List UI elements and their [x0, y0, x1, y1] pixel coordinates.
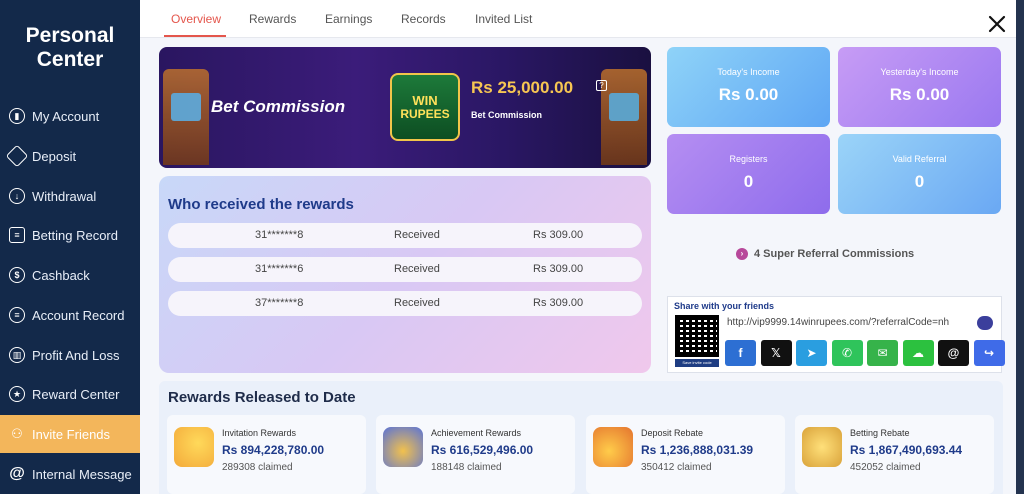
bet-commission-banner: Bet Commission WIN RUPEES Rs 25,000.00 B…: [159, 47, 651, 168]
qr-code[interactable]: Save invite code: [675, 315, 719, 367]
tab-active-underline: [164, 35, 226, 37]
referral-link-field[interactable]: http://vip9999.14winrupees.com/?referral…: [727, 317, 997, 331]
qr-code-icon: [675, 315, 719, 357]
share-title: Share with your friends: [674, 301, 775, 311]
tab-rewards[interactable]: Rewards: [249, 12, 296, 26]
threads-icon[interactable]: @: [938, 340, 969, 366]
list-item: 31*******6 Received Rs 309.00: [168, 257, 642, 282]
rewards-released-title: Rewards Released to Date: [168, 389, 356, 406]
sidebar-item-withdrawal[interactable]: ↓ Withdrawal: [0, 177, 140, 215]
main-panel: Overview Rewards Earnings Records Invite…: [140, 0, 1016, 494]
list-item: 37*******8 Received Rs 309.00: [168, 291, 642, 316]
tab-earnings[interactable]: Earnings: [325, 12, 372, 26]
sidebar: Personal Center ▮ My Account Deposit ↓ W…: [0, 0, 140, 494]
sidebar-item-profit-and-loss[interactable]: ▥ Profit And Loss: [0, 336, 140, 374]
who-received-title: Who received the rewards: [168, 196, 354, 213]
tab-records[interactable]: Records: [401, 12, 446, 26]
todays-income-card: Today's Income Rs 0.00: [667, 47, 830, 127]
sidebar-item-invite-friends[interactable]: ⚇ Invite Friends: [0, 415, 140, 453]
help-icon[interactable]: ?: [596, 80, 607, 91]
account-icon: ▮: [9, 108, 25, 124]
invitation-rewards-card: Invitation Rewards Rs 894,228,780.00 289…: [167, 415, 366, 494]
profit-loss-icon: ▥: [9, 347, 25, 363]
invitation-reward-icon: [174, 427, 214, 467]
close-icon[interactable]: [986, 13, 1008, 35]
slot-machine-left-icon: [163, 69, 209, 165]
share-panel: Share with your friends Save invite code…: [667, 296, 1005, 373]
yesterdays-income-card: Yesterday's Income Rs 0.00: [838, 47, 1001, 127]
list-item: 31*******8 Received Rs 309.00: [168, 223, 642, 248]
deposit-icon: [5, 144, 29, 168]
qr-caption: Save invite code: [675, 359, 719, 367]
copy-link-icon[interactable]: [977, 316, 993, 330]
withdrawal-icon: ↓: [9, 188, 25, 204]
betting-record-icon: ≡: [9, 227, 25, 243]
valid-referral-card: Valid Referral 0: [838, 134, 1001, 214]
deposit-rebate-icon: [593, 427, 633, 467]
achievement-rewards-card: Achievement Rewards Rs 616,529,496.00 18…: [376, 415, 575, 494]
who-received-panel: Who received the rewards 31*******8 Rece…: [159, 176, 651, 373]
tab-overview[interactable]: Overview: [171, 12, 221, 26]
sms-icon[interactable]: ✉: [867, 340, 898, 366]
sidebar-item-betting-record[interactable]: ≡ Betting Record: [0, 216, 140, 254]
reward-center-icon: ★: [9, 386, 25, 402]
x-icon[interactable]: 𝕏: [760, 340, 792, 366]
banner-title: Bet Commission: [211, 97, 346, 116]
bet-commission-label: Bet Commission: [471, 110, 543, 120]
whatsapp-icon[interactable]: ✆: [831, 340, 863, 366]
achievement-medal-icon: [383, 427, 423, 467]
sidebar-item-my-account[interactable]: ▮ My Account: [0, 97, 140, 135]
sidebar-item-deposit[interactable]: Deposit: [0, 137, 140, 175]
win-rupees-logo: WIN RUPEES: [390, 73, 460, 141]
chevron-right-icon: ›: [736, 248, 748, 260]
account-record-icon: ≡: [9, 307, 25, 323]
background-strip: [1016, 0, 1024, 494]
cashback-icon: $: [9, 267, 25, 283]
super-referral-link[interactable]: › 4 Super Referral Commissions: [736, 248, 914, 260]
registers-card: Registers 0: [667, 134, 830, 214]
tab-invited-list[interactable]: Invited List: [475, 12, 532, 26]
line-icon[interactable]: ☁: [902, 340, 934, 366]
sidebar-item-cashback[interactable]: $ Cashback: [0, 256, 140, 294]
betting-rebate-icon: [802, 427, 842, 467]
deposit-rebate-card: Deposit Rebate Rs 1,236,888,031.39 35041…: [586, 415, 785, 494]
rewards-released-section: Rewards Released to Date Invitation Rewa…: [159, 381, 1003, 494]
sidebar-item-internal-message[interactable]: @ Internal Message: [0, 455, 140, 493]
share-icon[interactable]: ↪: [973, 340, 1005, 366]
facebook-icon[interactable]: f: [725, 340, 756, 366]
tab-bar: Overview Rewards Earnings Records Invite…: [140, 0, 1016, 38]
bet-commission-amount: Rs 25,000.00: [471, 78, 574, 97]
message-icon: @: [9, 465, 25, 482]
telegram-icon[interactable]: ➤: [796, 340, 827, 366]
betting-rebate-card: Betting Rebate Rs 1,867,490,693.44 45205…: [795, 415, 994, 494]
sidebar-item-reward-center[interactable]: ★ Reward Center: [0, 375, 140, 413]
slot-machine-right-icon: [601, 69, 647, 165]
invite-friends-icon: ⚇: [11, 426, 23, 441]
sidebar-item-account-record[interactable]: ≡ Account Record: [0, 296, 140, 334]
sidebar-title: Personal Center: [25, 24, 115, 71]
